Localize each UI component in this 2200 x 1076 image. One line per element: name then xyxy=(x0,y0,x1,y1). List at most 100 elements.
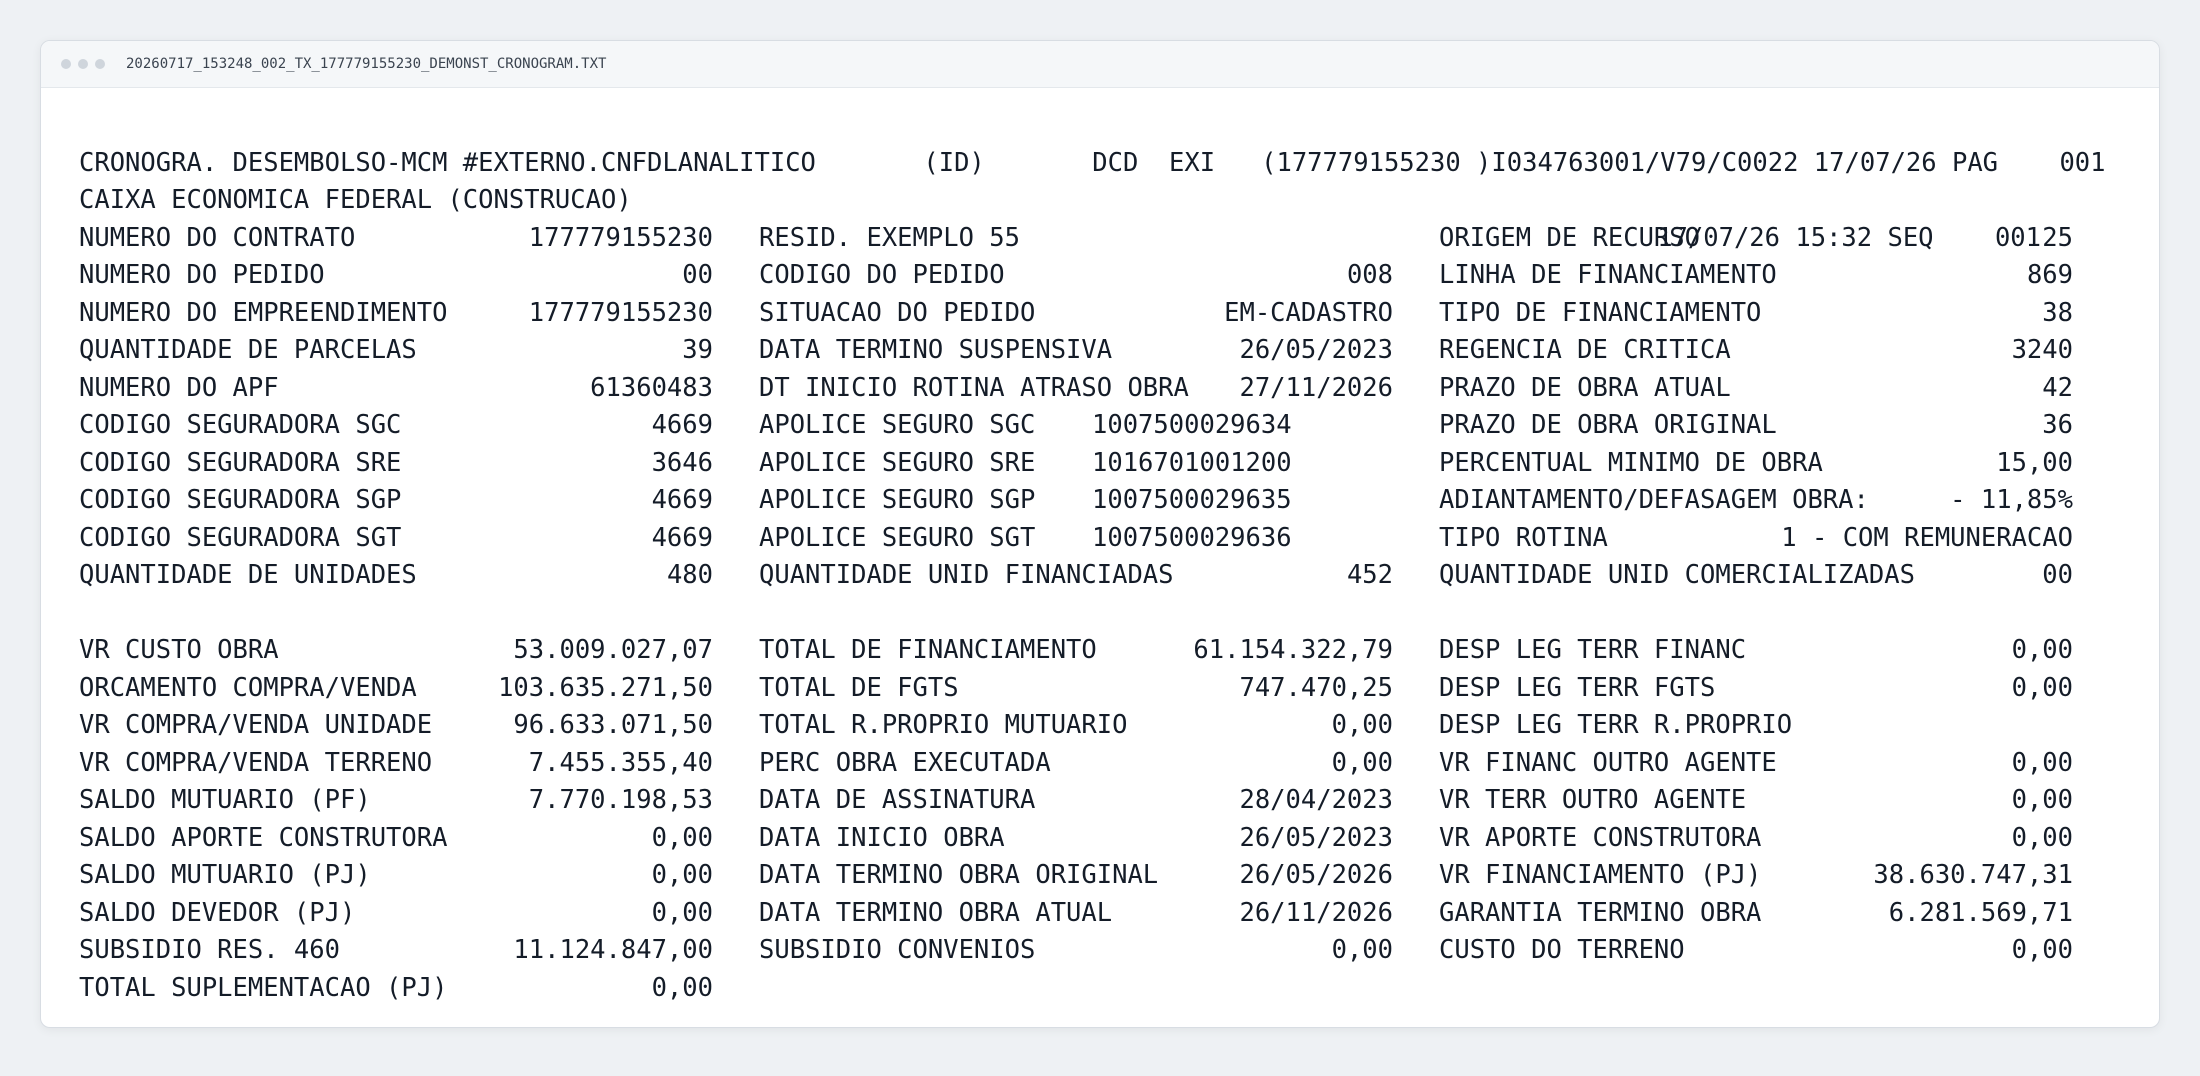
field-label: APOLICE SEGURO SGC xyxy=(759,410,1036,440)
field-label: SALDO DEVEDOR (PJ) xyxy=(79,897,356,928)
text-file-viewer-window: 20260717_153248_002_TX_177779155230_DEMO… xyxy=(40,40,2160,1028)
field-label: QUANTIDADE UNID COMERCIALIZADAS xyxy=(1439,560,1915,590)
field-label: TOTAL DE FGTS xyxy=(759,672,959,703)
field-label: ADIANTAMENTO/DEFASAGEM OBRA: xyxy=(1439,485,1869,515)
field-value: 6.281.569,71 xyxy=(1888,897,2073,928)
field-value: 1 - COM REMUNERACAO xyxy=(1781,522,2073,553)
report-row: TOTAL SUPLEMENTACAO (PJ) 0,00 xyxy=(79,970,2119,1008)
field-label: SALDO APORTE CONSTRUTORA xyxy=(79,822,448,853)
field-value: 25 xyxy=(2042,222,2073,253)
report-row: NUMERO DO CONTRATO 177779155230 RESID. EXE… xyxy=(79,220,2119,258)
field-label: VR FINANC OUTRO AGENTE xyxy=(1439,747,1777,778)
field-value: 869 xyxy=(2026,260,2073,290)
report-field: TOTAL DE FINANCIAMENTO 61.154.322,79 xyxy=(759,632,1393,670)
report-field: CODIGO SEGURADORA SRE 3646 xyxy=(79,445,713,483)
field-label: QUANTIDADE DE PARCELAS xyxy=(79,335,417,365)
field-value: 0,00 xyxy=(2011,935,2073,965)
field-label: CODIGO DO PEDIDO xyxy=(759,260,1005,290)
report-field: SALDO DEVEDOR (PJ) 0,00 xyxy=(79,895,713,933)
field-label: VR FINANCIAMENTO (PJ) xyxy=(1439,860,1762,890)
field-label: DT INICIO ROTINA ATRASO OBRA xyxy=(759,372,1189,403)
report-field: APOLICE SEGURO SGP 1007500029635 xyxy=(759,482,1393,520)
field-value: 1007500029635 xyxy=(1092,485,1292,515)
report-field: DESP LEG TERR FGTS 0,00 xyxy=(1439,670,2073,708)
window-maximize-dot-icon[interactable] xyxy=(95,59,105,69)
field-value: 00 xyxy=(2042,560,2073,590)
field-label: DESP LEG TERR FINANC xyxy=(1439,635,1747,665)
field-value: 0,00 xyxy=(2011,747,2073,778)
report-field: NUMERO DO CONTRATO 177779155230 xyxy=(79,220,713,258)
field-value: 11.124.847,00 xyxy=(513,935,713,965)
field-label: DATA INICIO OBRA xyxy=(759,822,1005,853)
file-name-label: 20260717_153248_002_TX_177779155230_DEMO… xyxy=(126,56,607,72)
field-label: DATA TERMINO SUSPENSIVA xyxy=(759,335,1113,365)
field-value: 1007500029634 xyxy=(1092,410,1292,440)
report-field: DATA TERMINO SUSPENSIVA 26/05/2023 xyxy=(759,332,1393,370)
field-label: QUANTIDADE UNID FINANCIADAS xyxy=(759,560,1174,590)
report-field: NUMERO DO EMPREENDIMENTO 177779155230 xyxy=(79,295,713,333)
report-field: ORCAMENTO COMPRA/VENDA 103.635.271,50 xyxy=(79,670,713,708)
report-field: NUMERO DO APF 61360483 xyxy=(79,370,713,408)
field-label: DESP LEG TERR FGTS xyxy=(1439,672,1716,703)
field-value: 3240 xyxy=(2011,335,2073,365)
window-minimize-dot-icon[interactable] xyxy=(78,59,88,69)
report-field: SALDO MUTUARIO (PJ) 0,00 xyxy=(79,857,713,895)
field-value: 96.633.071,50 xyxy=(513,710,713,740)
report-field: ADIANTAMENTO/DEFASAGEM OBRA: - 11,85% xyxy=(1439,482,2073,520)
field-value: 26/05/2023 xyxy=(1239,335,1393,365)
report-row: QUANTIDADE DE PARCELAS 39 DATA TERMINO SUS… xyxy=(79,332,2119,370)
report-row: VR COMPRA/VENDA UNIDADE 96.633.071,50 TOTA… xyxy=(79,707,2119,745)
window-titlebar: 20260717_153248_002_TX_177779155230_DEMO… xyxy=(41,41,2159,88)
report-field: PERC OBRA EXECUTADA 0,00 xyxy=(759,745,1393,783)
report-row: CODIGO SEGURADORA SGP 4669 APOLICE SEGURO … xyxy=(79,482,2119,520)
report-field: SUBSIDIO RES. 460 11.124.847,00 xyxy=(79,932,713,970)
field-label: TIPO DE FINANCIAMENTO xyxy=(1439,297,1762,328)
field-label: SALDO MUTUARIO (PF) xyxy=(79,785,371,815)
report-row: CODIGO SEGURADORA SGT 4669 APOLICE SEGURO … xyxy=(79,520,2119,558)
field-value: 747.470,25 xyxy=(1239,672,1393,703)
field-label: SUBSIDIO RES. 460 xyxy=(79,935,340,965)
field-label: VR APORTE CONSTRUTORA xyxy=(1439,822,1762,853)
field-value: 0,00 xyxy=(2011,635,2073,665)
field-value: 4669 xyxy=(651,410,713,440)
field-value: 0,00 xyxy=(2011,672,2073,703)
report-field: APOLICE SEGURO SGC 1007500029634 xyxy=(759,407,1393,445)
field-label: VR COMPRA/VENDA UNIDADE xyxy=(79,710,433,740)
field-label: PRAZO DE OBRA ORIGINAL xyxy=(1439,410,1777,440)
field-label: GARANTIA TERMINO OBRA xyxy=(1439,897,1762,928)
field-label: ORIGEM DE RECURSO xyxy=(1439,222,1700,253)
field-label: CODIGO SEGURADORA SGP xyxy=(79,485,402,515)
field-value: 28/04/2023 xyxy=(1239,785,1393,815)
report-header-institution: CAIXA ECONOMICA FEDERAL (CONSTRUCAO) xyxy=(79,185,632,215)
field-value: EM-CADASTRO xyxy=(1224,297,1393,328)
field-label: CODIGO SEGURADORA SRE xyxy=(79,447,402,478)
field-label: REGENCIA DE CRITICA xyxy=(1439,335,1731,365)
field-label: VR CUSTO OBRA xyxy=(79,635,279,665)
field-label: VR COMPRA/VENDA TERRENO xyxy=(79,747,433,778)
report-field: ORIGEM DE RECURSO 25 xyxy=(1439,220,2073,258)
report-field: VR FINANC OUTRO AGENTE 0,00 xyxy=(1439,745,2073,783)
field-value: 26/11/2026 xyxy=(1239,897,1393,928)
field-value: 1007500029636 xyxy=(1092,522,1292,553)
field-label: TIPO ROTINA xyxy=(1439,522,1608,553)
field-value: 15,00 xyxy=(1996,447,2073,478)
report-row: NUMERO DO EMPREENDIMENTO 177779155230 SITU… xyxy=(79,295,2119,333)
report-row: CODIGO SEGURADORA SRE 3646 APOLICE SEGURO … xyxy=(79,445,2119,483)
field-value: 3646 xyxy=(651,447,713,478)
field-value: 452 xyxy=(1346,560,1393,590)
field-value: 177779155230 xyxy=(528,297,713,328)
financial-values-section: VR CUSTO OBRA 53.009.027,07 TOTAL DE FINAN… xyxy=(79,632,2119,1007)
report-field: TIPO DE FINANCIAMENTO 38 xyxy=(1439,295,2073,333)
field-value: 61.154.322,79 xyxy=(1193,635,1393,665)
field-value: 0,00 xyxy=(1331,710,1393,740)
field-label: NUMERO DO APF xyxy=(79,372,279,403)
field-label: CODIGO SEGURADORA SGT xyxy=(79,522,402,553)
field-label: VR TERR OUTRO AGENTE xyxy=(1439,785,1747,815)
window-close-dot-icon[interactable] xyxy=(61,59,71,69)
field-value: 0,00 xyxy=(2011,785,2073,815)
field-label: DESP LEG TERR R.PROPRIO xyxy=(1439,710,1793,740)
report-field: DESP LEG TERR FINANC 0,00 xyxy=(1439,632,2073,670)
field-label: SITUACAO DO PEDIDO xyxy=(759,297,1036,328)
report-field: SALDO MUTUARIO (PF) 7.770.198,53 xyxy=(79,782,713,820)
field-value: 7.455.355,40 xyxy=(528,747,713,778)
